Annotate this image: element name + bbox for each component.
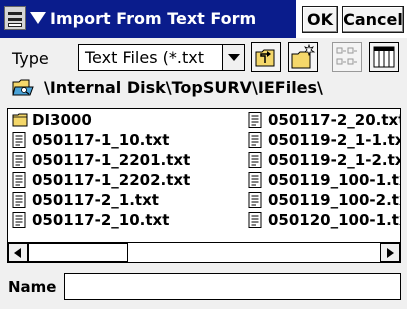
scroll-right-icon[interactable] — [380, 243, 400, 262]
details-view-button[interactable] — [369, 42, 399, 72]
file-name: 050119-2_1-1.txt — [268, 131, 401, 149]
file-list-column-left: DI3000 050117-1_10.txt 050117-1_2201.txt 05… — [12, 110, 240, 230]
file-icon — [12, 152, 26, 168]
file-type-value: Text Files (*.txt — [85, 48, 204, 67]
file-name: DI3000 — [32, 111, 92, 129]
type-label: Type — [12, 49, 49, 68]
file-name: 050119_100-2.txt — [268, 191, 400, 209]
file-icon — [12, 212, 26, 228]
current-path: \Internal Disk\TopSURV\IEFiles\ — [44, 78, 323, 97]
file-list-item[interactable]: 050119-2_1-1.txt — [248, 130, 401, 150]
file-name: 050117-1_10.txt — [32, 131, 170, 149]
file-icon — [248, 112, 262, 128]
file-list[interactable]: DI3000 050117-1_10.txt 050117-1_2201.txt 05… — [7, 108, 401, 263]
list-view-button[interactable] — [332, 42, 362, 72]
cancel-button[interactable]: Cancel — [342, 6, 404, 33]
file-list-item[interactable]: 050117-1_2202.txt — [12, 170, 240, 190]
file-list-item[interactable]: 050119-2_1-2.txt — [248, 150, 401, 170]
name-label: Name — [8, 278, 57, 296]
file-list-item[interactable]: 050119_100-1.txt — [248, 170, 400, 190]
file-name: 050117-2_1.txt — [32, 191, 159, 209]
system-menu-icon[interactable] — [4, 6, 26, 30]
list-view-icon — [336, 47, 357, 65]
file-icon — [248, 172, 262, 188]
folder-open-icon — [12, 79, 34, 96]
scrollbar-thumb[interactable] — [28, 243, 128, 262]
folder-icon — [12, 112, 28, 128]
file-type-select[interactable]: Text Files (*.txt — [78, 44, 245, 71]
file-list-item[interactable]: 050117-2_1.txt — [12, 190, 240, 210]
file-icon — [12, 132, 26, 148]
chevron-down-icon[interactable] — [222, 45, 244, 70]
file-list-column-right: 050117-2_20.txt 050119-2_1-1.txt 050119-2_… — [248, 110, 401, 230]
horizontal-scrollbar[interactable] — [8, 242, 400, 262]
details-view-icon — [373, 46, 395, 68]
new-folder-button[interactable] — [288, 42, 318, 72]
file-icon — [248, 212, 262, 228]
new-folder-icon — [291, 43, 316, 69]
title-dropdown-arrow-icon[interactable] — [30, 12, 46, 24]
file-list-item[interactable]: DI3000 — [12, 110, 240, 130]
file-name: 050120_100-1.txt — [268, 211, 400, 229]
file-icon — [12, 192, 26, 208]
file-list-item[interactable]: 050117-2_20.txt — [248, 110, 401, 130]
file-icon — [248, 132, 262, 148]
file-name: 050117-2_20.txt — [268, 111, 401, 129]
file-name: 050119_100-1.txt — [268, 171, 400, 189]
up-folder-button[interactable] — [251, 42, 281, 72]
file-name: 050119-2_1-2.txt — [268, 151, 401, 169]
file-name: 050117-1_2202.txt — [32, 171, 191, 189]
name-input[interactable] — [64, 273, 401, 300]
title-bar: Import From Text Form OK Cancel — [0, 0, 407, 38]
file-name: 050117-2_10.txt — [32, 211, 170, 229]
scroll-left-icon[interactable] — [8, 243, 28, 262]
dialog-title: Import From Text Form — [50, 9, 257, 28]
file-list-item[interactable]: 050120_100-1.txt — [248, 210, 400, 230]
file-list-item[interactable]: 050119_100-2.txt — [248, 190, 400, 210]
file-name: 050117-1_2201.txt — [32, 151, 191, 169]
file-icon — [248, 192, 262, 208]
file-icon — [12, 172, 26, 188]
file-list-item[interactable]: 050117-1_10.txt — [12, 130, 240, 150]
file-list-item[interactable]: 050117-1_2201.txt — [12, 150, 240, 170]
file-icon — [248, 152, 262, 168]
ok-button[interactable]: OK — [302, 6, 338, 33]
up-folder-icon — [255, 49, 275, 67]
file-list-item[interactable]: 050117-2_10.txt — [12, 210, 240, 230]
